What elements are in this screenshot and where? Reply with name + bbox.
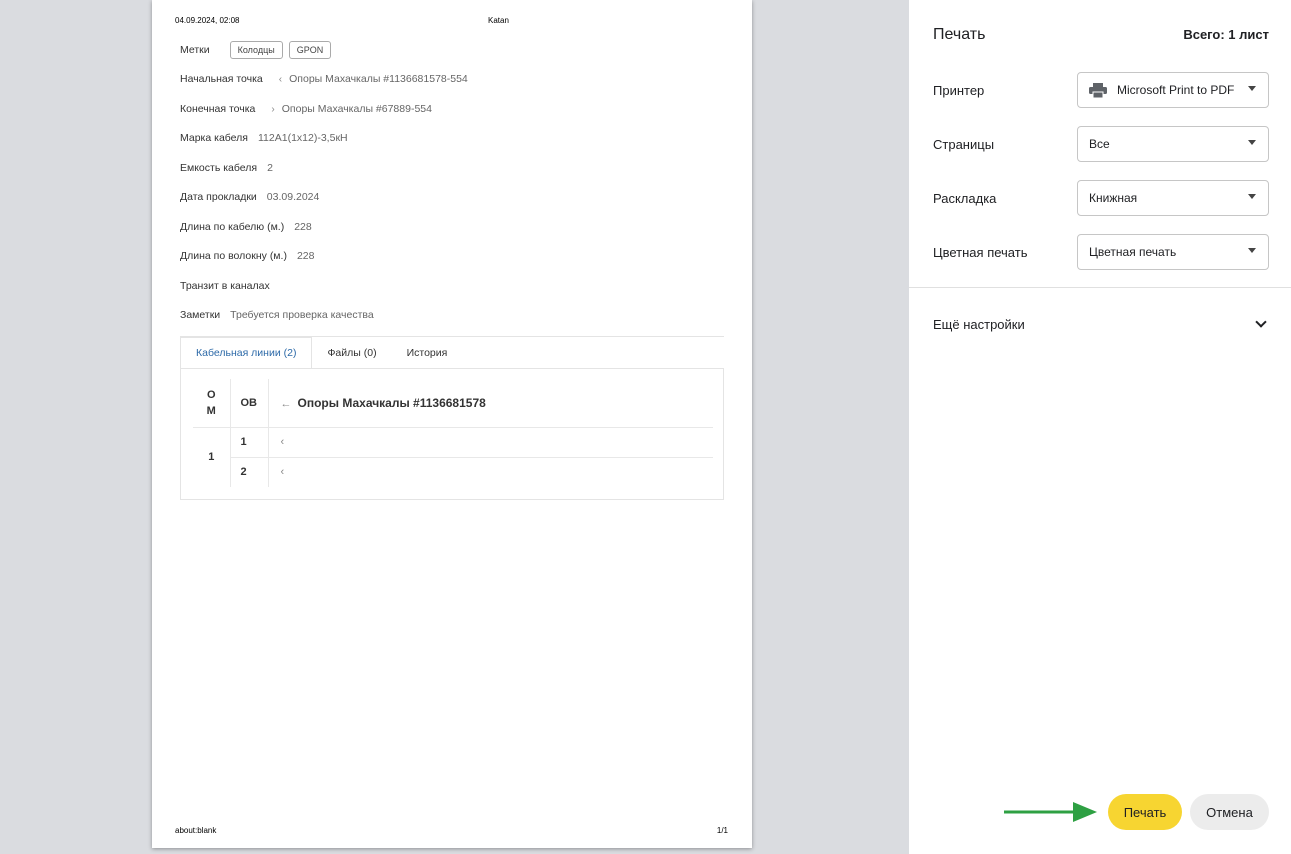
chevron-right-icon: ›	[271, 103, 275, 115]
dropdown-arrow-icon	[1248, 86, 1256, 91]
cable-brand-value: 112А1(1х12)-3,5кН	[258, 132, 348, 144]
pages-label: Страницы	[933, 137, 995, 152]
pages-select[interactable]: Все	[1077, 126, 1269, 162]
start-point-row: Начальная точка ‹ Опоры Махачкалы #11366…	[180, 73, 468, 85]
line-header-title: Опоры Махачкалы #1136681578	[297, 395, 486, 410]
tags-label: Метки	[180, 44, 210, 56]
dropdown-arrow-icon	[1248, 194, 1256, 199]
cable-brand-row: Марка кабеля 112А1(1х12)-3,5кН	[180, 132, 348, 144]
tab-history: История	[406, 346, 448, 359]
end-point-label: Конечная точка	[180, 103, 256, 115]
om-header: О М	[193, 379, 231, 428]
table-header-row: О М ОВ ← Опоры Махачкалы #1136681578	[193, 379, 713, 428]
cable-length-label: Длина по кабелю (м.)	[180, 221, 285, 233]
laying-date-row: Дата прокладки 03.09.2024	[180, 191, 319, 203]
start-point-label: Начальная точка	[180, 73, 263, 85]
print-button[interactable]: Печать	[1108, 794, 1182, 830]
table-row: 2 ‹	[193, 457, 713, 487]
color-select[interactable]: Цветная печать	[1077, 234, 1269, 270]
tags-row: Метки Колодцы GPON	[180, 41, 337, 59]
end-point-value: Опоры Махачкалы #67889-554	[281, 103, 432, 115]
tab-files: Файлы (0)	[327, 346, 377, 359]
annotation-arrow-icon	[1004, 802, 1097, 822]
footer-url: about:blank	[175, 826, 217, 835]
notes-row: Заметки Требуется проверка качества	[180, 309, 374, 321]
chevron-down-icon[interactable]	[1255, 316, 1267, 328]
cable-length-row: Длина по кабелю (м.) 228	[180, 221, 312, 233]
chevron-left-icon: ‹	[278, 73, 283, 85]
dropdown-arrow-icon	[1248, 140, 1256, 145]
layout-select[interactable]: Книжная	[1077, 180, 1269, 216]
tab-bar: Кабельная линии (2) Файлы (0) История	[180, 337, 724, 368]
fiber-length-label: Длина по волокну (м.)	[180, 250, 287, 262]
more-settings-toggle[interactable]: Ещё настройки	[933, 317, 1025, 332]
divider	[909, 287, 1291, 288]
color-value: Цветная печать	[1089, 245, 1177, 259]
tag-chip: GPON	[288, 41, 332, 59]
table-row: 1 1 ‹	[193, 427, 713, 487]
start-point-value: Опоры Махачкалы #1136681578-554	[289, 73, 468, 85]
fiber-length-row: Длина по волокну (м.) 228	[180, 250, 314, 262]
transit-label: Транзит в каналах	[180, 280, 270, 292]
header-title: Katan	[488, 16, 509, 25]
cable-capacity-row: Емкость кабеля 2	[180, 162, 273, 174]
notes-value: Требуется проверка качества	[230, 309, 374, 321]
chevron-left-icon: ‹	[280, 466, 285, 479]
cable-capacity-label: Емкость кабеля	[180, 162, 258, 174]
print-preview-page: 04.09.2024, 02:08 Katan Метки Колодцы GP…	[152, 0, 752, 848]
dropdown-arrow-icon	[1248, 248, 1256, 253]
arrow-left-icon: ←	[280, 397, 292, 410]
cancel-button[interactable]: Отмена	[1190, 794, 1269, 830]
end-point-row: Конечная точка › Опоры Махачкалы #67889-…	[180, 103, 432, 115]
printer-icon-svg	[1089, 83, 1107, 99]
cable-length-value: 228	[294, 221, 312, 233]
ov-header: ОВ	[230, 379, 269, 428]
cable-lines-table: О М ОВ ← Опоры Махачкалы #1136681578 1 1 …	[193, 379, 713, 487]
notes-label: Заметки	[180, 309, 221, 321]
tab-cable-lines: Кабельная линии (2)	[180, 337, 313, 368]
total-sheets: Всего: 1 лист	[1183, 27, 1269, 42]
color-label: Цветная печать	[933, 245, 1028, 260]
tabs-container: Кабельная линии (2) Файлы (0) История О …	[180, 336, 724, 500]
laying-date-value: 03.09.2024	[266, 191, 320, 203]
footer-page-number: 1/1	[716, 826, 728, 835]
printer-value: Microsoft Print to PDF	[1117, 83, 1235, 97]
panel-title: Печать	[933, 26, 986, 43]
ov-value: 2	[230, 457, 269, 487]
header-date: 04.09.2024, 02:08	[175, 16, 240, 25]
transit-row: Транзит в каналах	[180, 280, 280, 292]
tab-panel: О М ОВ ← Опоры Махачкалы #1136681578 1 1 …	[180, 368, 724, 500]
om-value: 1	[193, 427, 231, 487]
layout-label: Раскладка	[933, 191, 997, 206]
cable-brand-label: Марка кабеля	[180, 132, 248, 144]
layout-value: Книжная	[1089, 191, 1138, 205]
printer-label: Принтер	[933, 83, 985, 98]
cable-capacity-value: 2	[267, 162, 273, 174]
ov-value: 1	[230, 427, 269, 458]
fiber-length-value: 228	[296, 250, 315, 262]
laying-date-label: Дата прокладки	[180, 191, 257, 203]
tag-chip: Колодцы	[229, 41, 283, 59]
print-settings-panel: Печать Всего: 1 лист Принтер Microsoft P…	[909, 0, 1291, 854]
line-header: ← Опоры Махачкалы #1136681578	[268, 379, 713, 428]
printer-select[interactable]: Microsoft Print to PDF	[1077, 72, 1269, 108]
pages-value: Все	[1089, 137, 1110, 151]
printer-icon	[1089, 83, 1107, 99]
chevron-left-icon: ‹	[268, 427, 713, 458]
